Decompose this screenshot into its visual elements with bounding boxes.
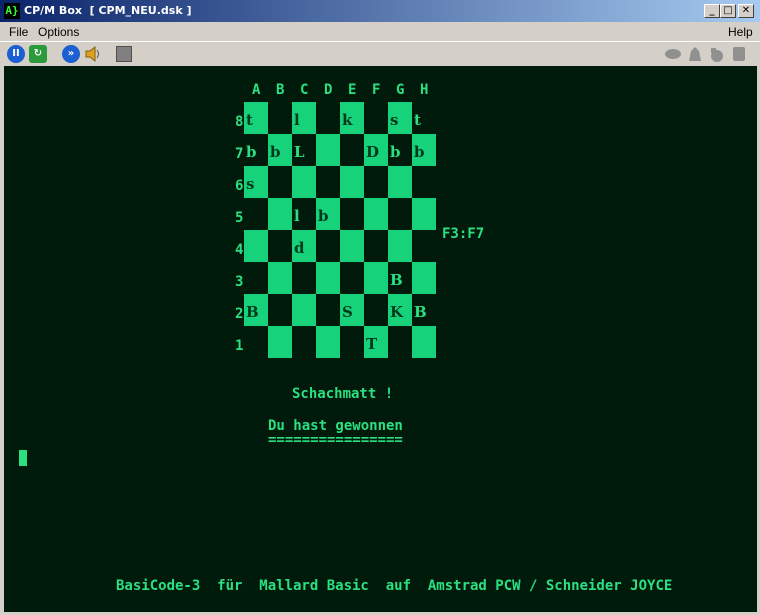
file-label: G bbox=[396, 82, 405, 98]
window-title: CP/M Box [ CPM_NEU.dsk ] bbox=[24, 4, 192, 17]
toolbar: II ↻ » bbox=[0, 41, 760, 66]
joystick-icon bbox=[708, 45, 726, 63]
board-square bbox=[388, 230, 412, 262]
board-square bbox=[268, 262, 292, 294]
file-label: C bbox=[300, 82, 309, 98]
board-square bbox=[412, 198, 436, 230]
chess-piece: S bbox=[342, 303, 353, 321]
rank-label: 5 bbox=[235, 210, 244, 226]
rank-label: 4 bbox=[235, 242, 244, 258]
chess-piece: b bbox=[318, 207, 329, 225]
rank-label: 3 bbox=[235, 274, 244, 290]
rank-label: 6 bbox=[235, 178, 244, 194]
chess-piece: b bbox=[270, 143, 281, 161]
drive-icon bbox=[664, 45, 682, 63]
board-square bbox=[292, 166, 316, 198]
board-square bbox=[340, 166, 364, 198]
chess-piece: s bbox=[390, 111, 399, 129]
chess-piece: s bbox=[246, 175, 255, 193]
board-square bbox=[388, 166, 412, 198]
last-move: F3:F7 bbox=[442, 226, 485, 242]
rank-label: 2 bbox=[235, 306, 244, 322]
board-square bbox=[364, 198, 388, 230]
board-square bbox=[244, 230, 268, 262]
board-square bbox=[364, 262, 388, 294]
chess-piece: b bbox=[414, 143, 425, 161]
reset-icon[interactable]: ↻ bbox=[29, 45, 47, 63]
menu-help[interactable]: Help bbox=[728, 25, 753, 39]
chess-piece: l bbox=[294, 207, 300, 225]
chess-piece: b bbox=[390, 143, 401, 161]
minimize-button[interactable]: _ bbox=[704, 4, 720, 18]
file-label: A bbox=[252, 82, 261, 98]
chess-piece: l bbox=[294, 111, 300, 129]
chess-piece: D bbox=[366, 143, 380, 161]
menu-options[interactable]: Options bbox=[38, 25, 79, 39]
sound-icon[interactable] bbox=[84, 45, 102, 63]
board-square bbox=[268, 198, 292, 230]
file-label: B bbox=[276, 82, 285, 98]
board-square bbox=[292, 294, 316, 326]
text-cursor bbox=[19, 450, 27, 466]
chess-piece: K bbox=[390, 303, 404, 321]
board-square bbox=[412, 326, 436, 358]
chess-piece: B bbox=[246, 303, 259, 321]
rank-label: 8 bbox=[235, 114, 244, 130]
board-square bbox=[316, 262, 340, 294]
file-label: H bbox=[420, 82, 429, 98]
chess-piece: b bbox=[246, 143, 257, 161]
result-underline: ================ bbox=[268, 432, 403, 448]
disk-icon bbox=[730, 45, 748, 63]
chess-piece: L bbox=[294, 143, 305, 161]
maximize-button[interactable]: □ bbox=[720, 4, 736, 18]
board-square bbox=[316, 134, 340, 166]
pause-icon[interactable]: II bbox=[7, 45, 25, 63]
title-bar[interactable]: A} CP/M Box [ CPM_NEU.dsk ] _ □ ✕ bbox=[0, 0, 760, 22]
menu-bar: File Options Help bbox=[0, 22, 760, 41]
rank-label: 7 bbox=[235, 146, 244, 162]
board-square bbox=[340, 230, 364, 262]
chess-piece: k bbox=[342, 111, 353, 129]
rank-label: 1 bbox=[235, 338, 244, 354]
chess-piece: B bbox=[390, 271, 403, 289]
board-square bbox=[412, 262, 436, 294]
chess-piece: B bbox=[414, 303, 427, 321]
chess-piece: t bbox=[246, 111, 253, 129]
emulator-screen[interactable]: ABCDEFGH87654321tlkstbbLDbbslbdBBSKBT F3… bbox=[4, 66, 757, 612]
fast-forward-icon[interactable]: » bbox=[62, 45, 80, 63]
menu-file[interactable]: File bbox=[9, 25, 28, 39]
mouse-icon bbox=[686, 45, 704, 63]
checkmate-message: Schachmatt ! bbox=[292, 386, 394, 402]
file-label: D bbox=[324, 82, 333, 98]
chess-piece: t bbox=[414, 111, 421, 129]
stop-icon[interactable] bbox=[116, 46, 132, 62]
footer-text: BasiCode-3 für Mallard Basic auf Amstrad… bbox=[116, 578, 673, 594]
close-button[interactable]: ✕ bbox=[738, 4, 754, 18]
board-square bbox=[316, 326, 340, 358]
app-icon[interactable]: A} bbox=[4, 3, 20, 19]
board-square bbox=[268, 326, 292, 358]
file-label: F bbox=[372, 82, 381, 98]
chess-piece: T bbox=[366, 335, 378, 353]
file-label: E bbox=[348, 82, 357, 98]
chess-piece: d bbox=[294, 239, 305, 257]
